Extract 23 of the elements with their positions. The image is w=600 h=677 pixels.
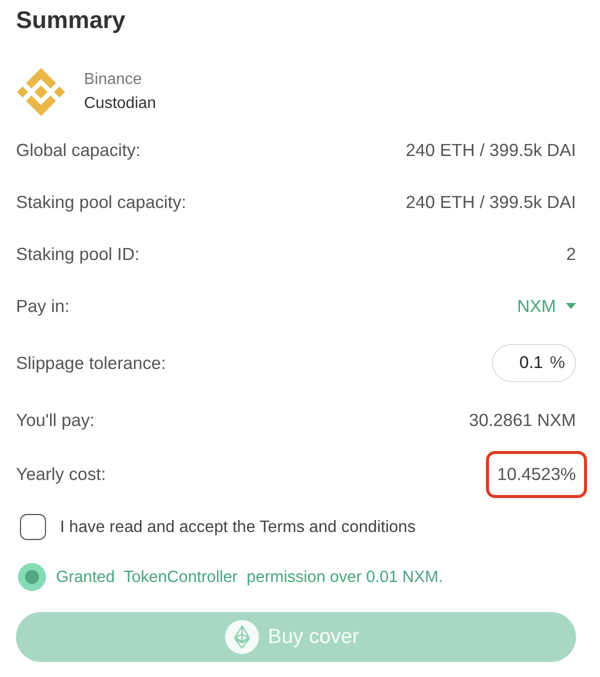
currency-dropdown[interactable]: NXM: [517, 296, 576, 316]
terms-checkbox[interactable]: [20, 514, 46, 540]
detail-value: 2: [566, 244, 576, 264]
provider-type: Custodian: [84, 94, 156, 114]
detail-label: Staking pool ID:: [16, 244, 140, 264]
detail-value: 10.4523%: [497, 464, 576, 484]
provider-name: Binance: [84, 70, 143, 89]
summary-title: Summary: [16, 6, 126, 36]
detail-value: 30.2861 NXM: [468, 410, 576, 430]
terms-label: I have read and accept the Terms and conditions: [60, 518, 416, 536]
detail-label: Slippage tolerance:: [16, 352, 166, 374]
diamond-logo-icon: [16, 67, 66, 117]
ethereum-icon: [224, 620, 259, 654]
detail-value: 240 ETH / 399.5k DAI: [406, 140, 576, 160]
caret-icon: [566, 303, 576, 309]
detail-label: Staking pool capacity:: [16, 192, 186, 212]
percent-unit: %: [550, 353, 565, 373]
detail-label: Global capacity:: [16, 140, 141, 160]
permission-status: Granted TokenController permission over 0.01 NXM.: [56, 568, 444, 586]
detail-label: You'll pay:: [16, 410, 95, 430]
detail-label: Yearly cost:: [16, 464, 106, 484]
detail-value: 240 ETH / 399.5k DAI: [406, 192, 576, 212]
detail-label: Pay in:: [16, 296, 70, 316]
